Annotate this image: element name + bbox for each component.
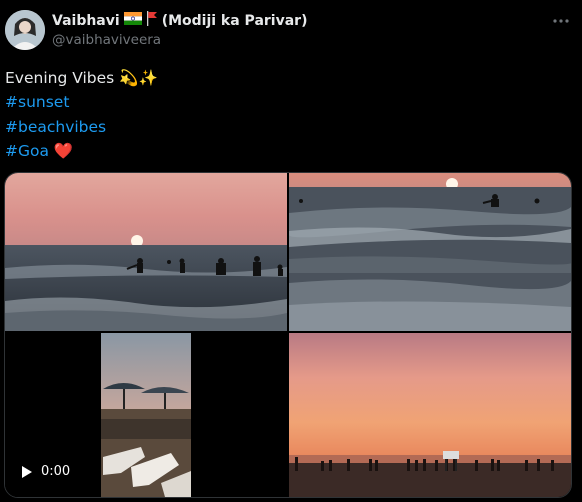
author-handle[interactable]: @vaibhaviveera: [52, 32, 161, 48]
video-time: 0:00: [41, 464, 71, 479]
post-text: Evening Vibes 💫✨ #sunset #beachvibes #Go…: [5, 66, 158, 163]
hashtag-goa[interactable]: #Goa: [5, 142, 49, 160]
more-icon[interactable]: [552, 12, 570, 30]
photo-2[interactable]: [289, 173, 571, 331]
flag-icon: [146, 11, 158, 30]
photo-3[interactable]: [289, 333, 571, 497]
heart-emoji: ❤️: [53, 141, 74, 160]
video-player[interactable]: 0:00: [5, 333, 287, 497]
flag-india-icon: [123, 12, 142, 29]
hashtag-beachvibes[interactable]: #beachvibes: [5, 115, 158, 139]
media-grid: 0:00: [4, 172, 572, 498]
author-display-name[interactable]: Vaibhavi: [52, 13, 120, 29]
hashtag-sunset[interactable]: #sunset: [5, 90, 158, 114]
photo-1[interactable]: [5, 173, 287, 331]
author-name-row[interactable]: Vaibhavi (Modiji ka Parivar): [52, 11, 307, 30]
video-controls: 0:00: [21, 464, 70, 479]
play-icon[interactable]: [21, 465, 33, 479]
avatar[interactable]: [5, 10, 45, 50]
post-line: Evening Vibes 💫✨: [5, 69, 158, 87]
author-suffix: (Modiji ka Parivar): [161, 12, 308, 29]
